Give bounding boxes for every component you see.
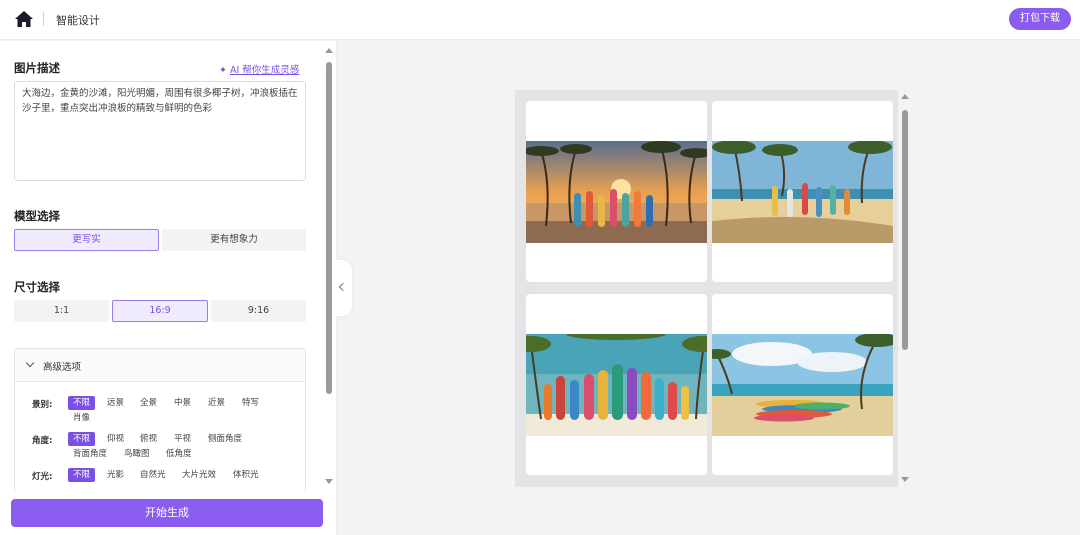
size-title: 尺寸选择 — [14, 280, 60, 294]
scroll-down-icon[interactable] — [325, 479, 333, 484]
angle-label: 角度: — [32, 436, 53, 446]
shot-option[interactable]: 中景 — [169, 396, 196, 410]
advanced-options-header[interactable]: 高级选项 — [15, 349, 305, 382]
home-icon[interactable] — [14, 10, 34, 28]
start-generate-button[interactable]: 开始生成 — [11, 499, 323, 527]
shot-label: 景别: — [32, 400, 53, 410]
sunny-beach-surfboards — [712, 141, 893, 243]
scroll-up-icon[interactable] — [325, 48, 333, 53]
angle-option[interactable]: 仰视 — [102, 432, 129, 446]
scroll-up-icon[interactable] — [901, 94, 909, 99]
angle-option[interactable]: 鸟瞰图 — [119, 447, 155, 461]
shot-option[interactable]: 特写 — [237, 396, 264, 410]
chevron-down-icon — [25, 358, 35, 368]
surfboards-on-sand — [712, 334, 893, 436]
gallery-scrollbar[interactable] — [900, 92, 911, 484]
ai-inspiration-link[interactable]: ✦ AI 帮你生成灵感 — [219, 62, 299, 76]
size-option-16-9[interactable]: 16:9 — [112, 300, 208, 322]
advanced-options: 高级选项 景别: 不限 远景 全景 中景 近景 特写 肖像 角度: 不限 仰视 … — [14, 348, 306, 491]
result-image-card[interactable] — [712, 101, 893, 282]
shot-option[interactable]: 全景 — [135, 396, 162, 410]
model-option-realistic[interactable]: 更写实 — [14, 229, 159, 251]
result-image-card[interactable] — [712, 294, 893, 475]
colorful-surfboards-palms — [526, 334, 707, 436]
result-image-card[interactable] — [526, 294, 707, 475]
sparkle-icon: ✦ — [219, 65, 227, 76]
settings-scrollbar[interactable] — [324, 46, 334, 486]
angle-option[interactable]: 背面角度 — [68, 447, 112, 461]
settings-scroll-area: 图片描述 ✦ AI 帮你生成灵感 大海边，金黄的沙滩，阳光明媚，周围有很多椰子树，… — [0, 41, 322, 491]
result-image-card[interactable] — [526, 101, 707, 282]
advanced-options-title: 高级选项 — [43, 362, 82, 373]
lighting-option[interactable]: 不限 — [68, 468, 96, 482]
lighting-option[interactable]: 体积光 — [228, 468, 264, 482]
ai-link-label: AI 帮你生成灵感 — [229, 65, 300, 76]
image-gallery — [515, 90, 898, 487]
pack-download-button[interactable]: 打包下载 — [1009, 8, 1071, 30]
app-title: 智能设计 — [56, 14, 100, 27]
shot-option[interactable]: 不限 — [68, 396, 96, 410]
size-option-1-1[interactable]: 1:1 — [14, 300, 109, 322]
settings-panel: 图片描述 ✦ AI 帮你生成灵感 大海边，金黄的沙滩，阳光明媚，周围有很多椰子树，… — [0, 41, 337, 535]
divider — [43, 12, 44, 26]
model-title: 模型选择 — [14, 209, 60, 223]
sunset-beach-surfboards — [526, 141, 707, 243]
lighting-label: 灯光: — [32, 472, 53, 482]
lighting-option[interactable]: 大片光效 — [177, 468, 221, 482]
shot-option[interactable]: 肖像 — [68, 411, 95, 425]
lighting-option[interactable]: 光影 — [102, 468, 129, 482]
lighting-option[interactable]: 自然光 — [135, 468, 171, 482]
angle-option[interactable]: 不限 — [68, 432, 96, 446]
angle-option[interactable]: 俯视 — [135, 432, 162, 446]
top-bar: 智能设计 打包下载 — [0, 0, 1080, 40]
collapse-panel-button[interactable] — [336, 260, 352, 316]
scrollbar-thumb[interactable] — [902, 110, 908, 350]
angle-option[interactable]: 侧面角度 — [203, 432, 247, 446]
angle-option[interactable]: 低角度 — [161, 447, 197, 461]
model-option-imaginative[interactable]: 更有想象力 — [162, 229, 306, 251]
scroll-down-icon[interactable] — [901, 477, 909, 482]
shot-option[interactable]: 远景 — [102, 396, 129, 410]
size-option-9-16[interactable]: 9:16 — [211, 300, 306, 322]
prompt-input[interactable]: 大海边，金黄的沙滩，阳光明媚，周围有很多椰子树，冲浪板插在沙子里，重点突出冲浪板… — [14, 81, 306, 181]
chevron-left-icon — [338, 282, 348, 292]
description-title: 图片描述 — [14, 61, 60, 75]
shot-option[interactable]: 近景 — [203, 396, 230, 410]
scrollbar-thumb[interactable] — [326, 62, 332, 394]
angle-option[interactable]: 平视 — [169, 432, 196, 446]
